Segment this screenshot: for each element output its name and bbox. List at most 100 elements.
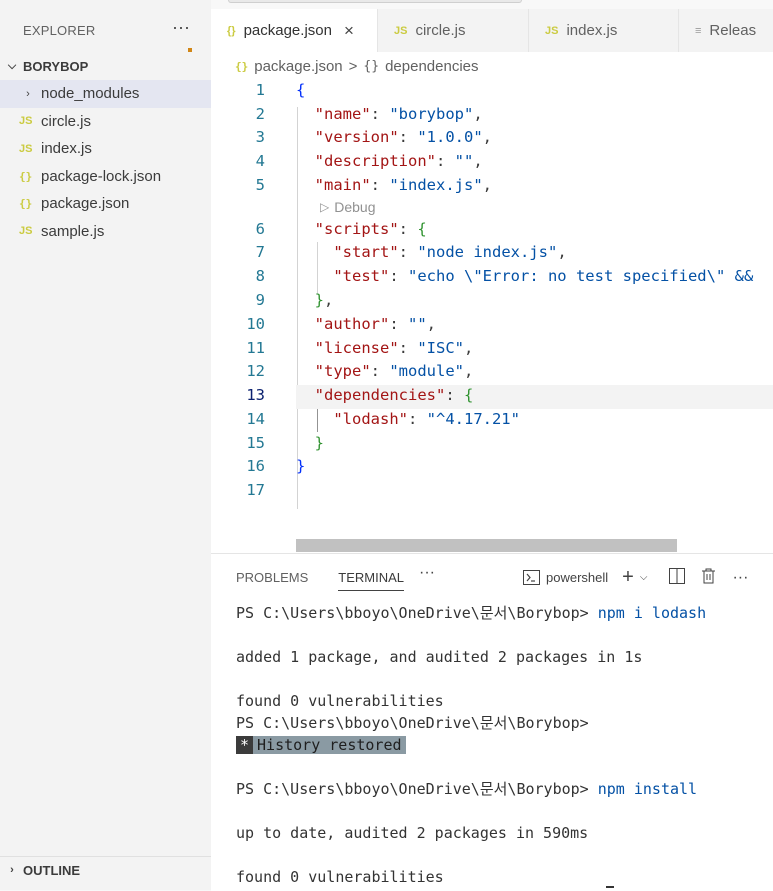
code-line: 5 "main": "index.js", (211, 176, 773, 200)
js-file-icon: JS (545, 24, 559, 37)
code-line: 15 } (211, 434, 773, 458)
line-number: 11 (246, 339, 265, 357)
code-editor[interactable]: {} package.json > {} dependencies 1{ 2 "… (211, 52, 773, 553)
tab-index-js[interactable]: JS index.js (529, 9, 679, 52)
breadcrumb: {} package.json > {} dependencies (235, 58, 479, 75)
terminal-line: found 0 vulnerabilities (236, 692, 444, 710)
close-icon[interactable]: × (344, 21, 354, 41)
tree-item-label: package.json (41, 195, 130, 213)
terminal-line: found 0 vulnerabilities (236, 868, 444, 886)
outline-section-header[interactable]: › OUTLINE (0, 856, 211, 883)
explorer-title: EXPLORER (23, 23, 96, 38)
folder-name: BORYBOP (23, 58, 89, 74)
code-line: 11 "license": "ISC", (211, 339, 773, 363)
trash-icon[interactable] (701, 568, 716, 587)
tree-item-label: circle.js (41, 112, 92, 130)
debug-codelens[interactable]: ▷ Debug (320, 199, 376, 215)
tree-item-node-modules[interactable]: › node_modules (0, 80, 211, 108)
terminal-line: PS C:\Users\bboyo\OneDrive\문서\Borybop> (236, 714, 589, 732)
split-terminal-icon[interactable] (669, 568, 686, 587)
line-number: 14 (246, 410, 265, 428)
js-file-icon: JS (19, 115, 33, 128)
line-number: 1 (255, 81, 265, 99)
line-number: 8 (255, 267, 265, 285)
tree-item-package-lock-json[interactable]: {} package-lock.json (0, 163, 211, 191)
tab-circle-js[interactable]: JS circle.js (378, 9, 529, 52)
horizontal-scrollbar[interactable] (296, 539, 677, 552)
document-icon: ≡ (695, 24, 702, 37)
code-line: 4 "description": "", (211, 152, 773, 176)
chevron-down-icon[interactable]: ⌵ (640, 572, 648, 583)
unsaved-indicator (188, 48, 192, 52)
object-symbol-icon: {} (363, 59, 380, 74)
line-number: 4 (255, 152, 265, 170)
tree-item-label: index.js (41, 140, 92, 158)
code-line: 2 "name": "borybop", (211, 105, 773, 129)
tree-item-label: package-lock.json (41, 167, 162, 185)
bottom-panel: PROBLEMS TERMINAL ··· powershell + ⌵ ···… (211, 553, 773, 891)
terminal-line: up to date, audited 2 packages in 590ms (236, 824, 589, 842)
json-file-icon: {} (19, 169, 33, 183)
tab-release-notes[interactable]: ≡ Releas (679, 9, 773, 52)
terminal-shell-selector[interactable]: powershell (523, 570, 608, 585)
code-line: 7 "start": "node index.js", (211, 243, 773, 267)
line-number: 9 (255, 291, 265, 309)
debug-label: Debug (334, 199, 376, 215)
terminal-history-restored: * History restored (236, 734, 766, 756)
tree-item-label: sample.js (41, 222, 105, 240)
tree-item-package-json[interactable]: {} package.json (0, 190, 211, 218)
breadcrumb-symbol[interactable]: dependencies (385, 58, 478, 75)
line-number: 13 (246, 386, 265, 404)
tab-label: circle.js (415, 22, 466, 39)
window-drag-handle[interactable] (228, 0, 522, 3)
line-number: 16 (246, 457, 265, 475)
folder-header-borybop[interactable]: ⌵ BORYBOP (0, 55, 211, 77)
code-line: 3 "version": "1.0.0", (211, 128, 773, 152)
panel-tabs: PROBLEMS TERMINAL (236, 570, 404, 591)
file-tree: › node_modules JS circle.js JS index.js … (0, 80, 211, 245)
json-file-icon: {} (235, 60, 249, 73)
js-file-icon: JS (394, 24, 408, 37)
tab-label: Releas (709, 22, 757, 39)
tree-item-circle-js[interactable]: JS circle.js (0, 108, 211, 136)
terminal-icon (523, 570, 540, 585)
explorer-sidebar: EXPLORER ··· ⌵ BORYBOP › node_modules JS… (0, 0, 211, 890)
tab-terminal[interactable]: TERMINAL (338, 570, 404, 591)
breadcrumb-file[interactable]: package.json (254, 58, 342, 75)
line-number: 7 (255, 243, 265, 261)
js-file-icon: JS (19, 225, 33, 238)
code-line: 1{ (211, 81, 773, 105)
breadcrumb-separator-icon: > (348, 58, 358, 75)
explorer-more-actions-icon[interactable]: ··· (172, 17, 190, 38)
chevron-down-icon: ⌵ (7, 59, 17, 72)
code-line: 10 "author": "", (211, 315, 773, 339)
tree-item-sample-js[interactable]: JS sample.js (0, 218, 211, 246)
tree-item-index-js[interactable]: JS index.js (0, 135, 211, 163)
terminal-line: PS C:\Users\bboyo\OneDrive\문서\Borybop> n… (236, 780, 698, 798)
new-terminal-plus-icon[interactable]: + (622, 566, 634, 589)
code-line: 6 "scripts": { (211, 220, 773, 244)
chevron-right-icon: › (26, 87, 30, 100)
json-file-icon: {} (227, 24, 236, 37)
line-number: 6 (255, 220, 265, 238)
panel-more-icon[interactable]: ··· (419, 564, 435, 582)
tree-item-label: node_modules (41, 85, 140, 103)
outline-title: OUTLINE (23, 862, 81, 878)
editor-tabs: {} package.json × JS circle.js JS index.… (211, 9, 773, 52)
more-actions-icon[interactable]: ··· (732, 569, 748, 587)
tab-problems[interactable]: PROBLEMS (236, 570, 308, 585)
terminal-line: added 1 package, and audited 2 packages … (236, 648, 643, 666)
tab-package-json[interactable]: {} package.json × (211, 9, 378, 52)
line-number: 15 (246, 434, 265, 452)
code-line: 8 "test": "echo \"Error: no test specifi… (211, 267, 773, 291)
tab-label: index.js (566, 22, 618, 39)
terminal-actions: powershell + ⌵ ··· (523, 566, 748, 589)
line-number: 10 (246, 315, 265, 333)
terminal-output[interactable]: PS C:\Users\bboyo\OneDrive\문서\Borybop> n… (236, 602, 766, 888)
json-file-icon: {} (19, 197, 33, 211)
